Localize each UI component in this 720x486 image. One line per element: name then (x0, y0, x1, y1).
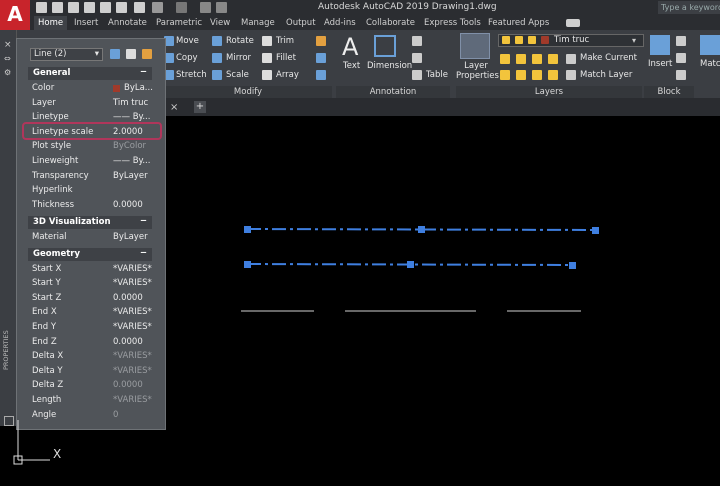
application-menu-button[interactable]: A (0, 0, 30, 30)
grip-handle[interactable] (244, 226, 251, 233)
grip-handle[interactable] (592, 227, 599, 234)
ucs-x-label: X (53, 447, 62, 461)
grip-handle[interactable] (418, 226, 425, 233)
grip-handle[interactable] (407, 261, 414, 268)
grip-handle[interactable] (569, 262, 576, 269)
drawing-canvas[interactable] (0, 0, 720, 486)
grip-handle[interactable] (244, 261, 251, 268)
